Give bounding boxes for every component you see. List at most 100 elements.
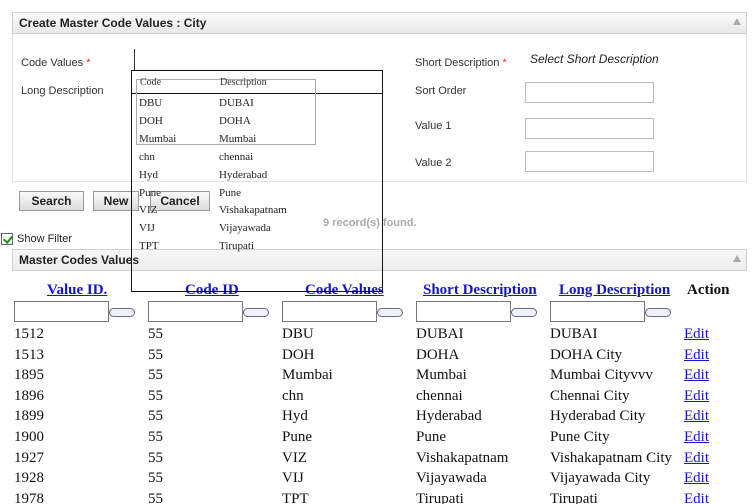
cell-code-id: 55 <box>148 326 163 342</box>
lookup-header-description: Description <box>220 77 267 88</box>
filter-input-short-description[interactable] <box>416 301 511 322</box>
filter-input-code-id[interactable] <box>148 301 243 322</box>
cell-short-description: DUBAI <box>416 326 464 342</box>
edit-link[interactable]: Edit <box>684 347 709 364</box>
cell-code-id: 55 <box>148 367 163 384</box>
cell-code-value: Pune <box>282 429 312 445</box>
edit-link[interactable]: Edit <box>684 408 709 425</box>
lookup-option-description: Pune <box>219 186 241 199</box>
code-values-input[interactable] <box>134 49 290 71</box>
cell-long-description: Tirupati <box>550 490 598 504</box>
collapse-arrow-icon[interactable] <box>733 255 741 262</box>
cell-value-id: 1978 <box>14 490 44 504</box>
cell-code-value: TPT <box>282 490 309 504</box>
table-row: 1896 55 chn chennai Chennai City Edit <box>12 388 752 409</box>
create-panel-title: Create Master Code Values : City <box>19 16 207 30</box>
column-header-value-id[interactable]: Value ID. <box>47 282 107 299</box>
lookup-option-code: Hyd <box>139 168 158 181</box>
edit-link[interactable]: Edit <box>684 450 709 467</box>
filter-button[interactable] <box>377 308 403 317</box>
edit-link[interactable]: Edit <box>684 326 709 343</box>
table-row: 1927 55 VIZ Vishakapatnam Vishakapatnam City… <box>12 450 752 471</box>
value1-input[interactable] <box>525 118 654 139</box>
cell-long-description: DUBAI <box>550 326 598 342</box>
cell-code-id: 55 <box>148 490 163 504</box>
cell-code-value: VIZ <box>282 449 307 466</box>
cell-long-description: Vijayawada City <box>550 470 651 487</box>
cell-code-value: chn <box>282 387 304 404</box>
table-row: 1513 55 DOH DOHA DOHA City Edit <box>12 347 752 368</box>
cell-code-id: 55 <box>148 470 163 487</box>
value2-input[interactable] <box>525 151 654 172</box>
lookup-option[interactable]: VIJ Vijayawada <box>132 222 382 240</box>
cell-code-id: 55 <box>148 408 163 425</box>
cell-short-description: Mumbai <box>416 367 467 384</box>
filter-button[interactable] <box>109 308 135 317</box>
column-header-long-description[interactable]: Long Description <box>559 282 670 299</box>
value1-label: Value 1 <box>415 120 452 132</box>
create-panel-header: Create Master Code Values : City <box>12 12 747 34</box>
table-row: 1895 55 Mumbai Mumbai Mumbai Cityvvv Edit <box>12 367 752 388</box>
lookup-option-code: DOH <box>139 114 163 127</box>
column-header-short-description[interactable]: Short Description <box>423 282 537 299</box>
lookup-option[interactable]: TPT Tirupati <box>132 240 382 258</box>
cell-code-id: 55 <box>148 387 163 404</box>
cell-short-description: Vijayawada <box>416 470 487 487</box>
cell-short-description: chennai <box>416 387 463 404</box>
filter-button[interactable] <box>645 308 671 317</box>
lookup-option[interactable]: chn chennai <box>132 151 382 169</box>
show-filter-toggle[interactable]: Show Filter <box>1 233 72 245</box>
code-values-label: Code Values * <box>21 57 91 69</box>
cell-short-description: Vishakapatnam <box>416 449 509 466</box>
lookup-option[interactable]: Hyd Hyderabad <box>132 169 382 187</box>
cell-short-description: Tirupati <box>416 490 464 504</box>
search-button[interactable]: Search <box>19 191 84 211</box>
lookup-option[interactable]: VIZ Vishakapatnam <box>132 204 382 222</box>
table-row: 1978 55 TPT Tirupati Tirupati Edit <box>12 491 752 504</box>
filter-input-code-values[interactable] <box>282 301 377 322</box>
sort-order-label: Sort Order <box>415 85 467 97</box>
lookup-option-code: DBU <box>139 97 163 109</box>
lookup-option[interactable]: DOH DOHA <box>132 115 382 133</box>
lookup-option[interactable]: DBU DUBAI <box>132 97 382 115</box>
edit-link[interactable]: Edit <box>684 491 709 504</box>
table-row: 1928 55 VIJ Vijayawada Vijayawada City Edit <box>12 470 752 491</box>
short-description-select[interactable]: Select Short Description <box>525 49 685 70</box>
filter-button[interactable] <box>511 308 537 317</box>
code-lookup-popup[interactable]: Code Description DBU DUBAI DOH DOHA Mumbai Mu… <box>131 70 383 292</box>
cell-short-description: DOHA <box>416 346 460 363</box>
cell-value-id: 1899 <box>14 408 44 425</box>
cell-long-description: Hyderabad City <box>550 408 646 425</box>
table-row: 1512 55 DBU DUBAI DUBAI Edit <box>12 326 752 347</box>
edit-link[interactable]: Edit <box>684 388 709 405</box>
lookup-option[interactable]: Pune Pune <box>132 187 382 205</box>
lookup-option-description: DUBAI <box>219 97 254 109</box>
cell-code-value: DOH <box>282 346 315 363</box>
lookup-option-description: Mumbai <box>219 132 257 145</box>
lookup-option[interactable]: Mumbai Mumbai <box>132 133 382 151</box>
lookup-option-code: TPT <box>139 240 159 253</box>
cell-value-id: 1896 <box>14 387 44 404</box>
lookup-option-description: DOHA <box>219 114 251 127</box>
edit-link[interactable]: Edit <box>684 367 709 384</box>
collapse-arrow-icon[interactable] <box>733 18 741 25</box>
filter-button[interactable] <box>243 308 269 317</box>
cell-code-id: 55 <box>148 429 163 445</box>
lookup-header-code: Code <box>140 77 162 88</box>
cell-value-id: 1927 <box>14 449 44 466</box>
filter-input-long-description[interactable] <box>550 301 645 322</box>
value2-label: Value 2 <box>415 157 452 169</box>
cell-code-value: Mumbai <box>282 367 333 384</box>
cell-code-id: 55 <box>148 346 163 363</box>
cell-value-id: 1513 <box>14 346 44 363</box>
edit-link[interactable]: Edit <box>684 470 709 487</box>
cell-code-value: VIJ <box>282 470 304 487</box>
lookup-option-code: chn <box>139 150 155 163</box>
checkbox-checked-icon[interactable] <box>1 233 13 245</box>
cell-value-id: 1928 <box>14 470 44 487</box>
cell-long-description: Chennai City <box>550 387 630 404</box>
edit-link[interactable]: Edit <box>684 429 709 446</box>
filter-input-value-id[interactable] <box>14 301 109 322</box>
cell-code-value: DBU <box>282 326 314 342</box>
sort-order-input[interactable] <box>525 82 654 103</box>
